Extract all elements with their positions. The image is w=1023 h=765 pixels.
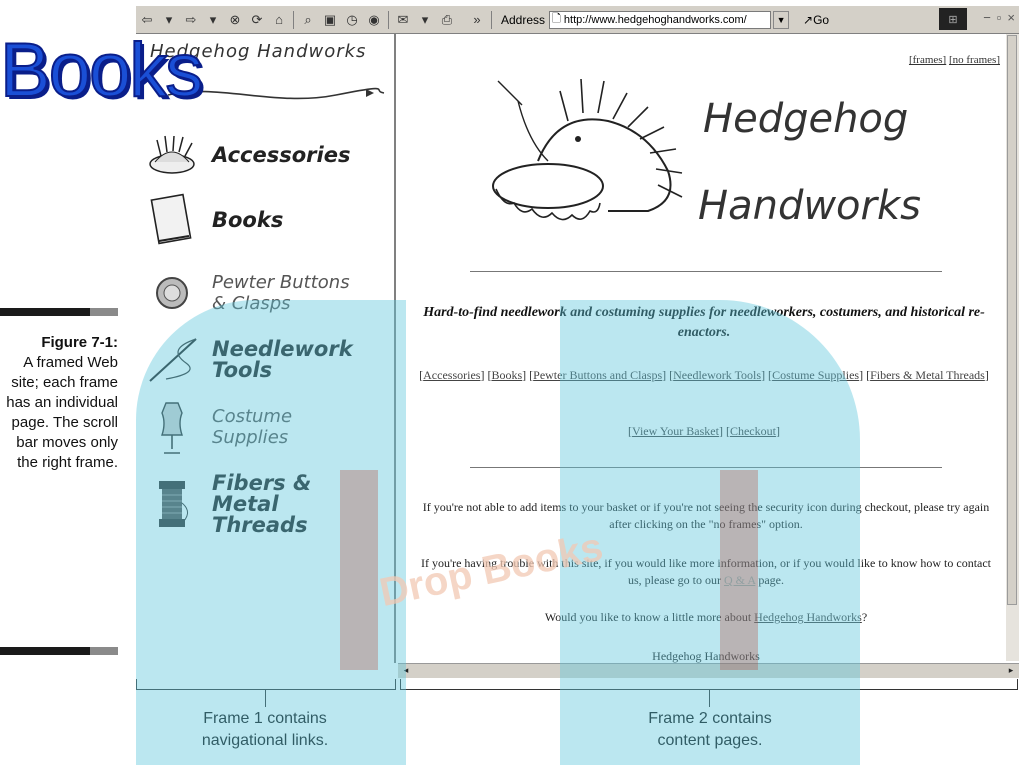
frame1-annotation-line2: navigational links. <box>201 732 329 749</box>
nav-label-fibers: Fibers & Metal Threads <box>212 471 312 537</box>
pincushion-icon <box>146 133 198 177</box>
search-icon[interactable]: ⌕ <box>299 11 317 29</box>
no-frames-link[interactable]: [no frames] <box>949 54 1000 66</box>
go-label: Go <box>813 12 830 27</box>
nav-item-pewter-buttons[interactable]: Pewter Buttons & Clasps <box>146 271 362 315</box>
link-books[interactable]: Books <box>491 368 522 382</box>
divider-top <box>470 271 942 272</box>
divider-bottom <box>470 467 942 468</box>
minimize-icon[interactable]: − <box>983 10 991 25</box>
frame2-annotation-line2: content pages. <box>657 732 763 749</box>
stop-icon[interactable]: ⊗ <box>226 11 244 29</box>
frames-link[interactable]: [frames] <box>909 54 946 66</box>
go-arrow-icon: ↗ <box>803 12 814 27</box>
logo-word-handworks: Handworks <box>698 183 921 229</box>
address-input[interactable]: 🗋 http://www.hedgehoghandworks.com/ <box>549 10 772 29</box>
logo-word-hedgehog: Hedgehog <box>703 96 909 142</box>
address-url: http://www.hedgehoghandworks.com/ <box>563 13 747 26</box>
link-about[interactable]: Hedgehog Handworks <box>754 610 862 624</box>
scroll-right-icon[interactable]: ▸ <box>1005 665 1017 676</box>
frame1-bracket <box>136 679 396 690</box>
frame2-annotation: Frame 2 contains content pages. <box>595 708 825 752</box>
caption-bar-top-accent <box>90 308 118 316</box>
frame2-annotation-line1: Frame 2 contains <box>648 710 772 727</box>
scroll-left-icon[interactable]: ◂ <box>400 665 412 676</box>
figure-number: Figure 7-1: <box>41 334 118 351</box>
link-accessories[interactable]: Accessories <box>423 368 480 382</box>
book-icon <box>146 193 198 245</box>
media-icon[interactable]: ◉ <box>365 11 383 29</box>
close-icon[interactable]: × <box>1007 10 1015 25</box>
link-fibers[interactable]: Fibers & Metal Threads <box>870 368 985 382</box>
security-note: If you're not able to add items to your … <box>422 500 990 531</box>
nav-item-books[interactable]: Books <box>146 193 284 245</box>
chevron-down-icon[interactable]: ▾ <box>416 11 434 29</box>
nav-item-fibers[interactable]: Fibers & Metal Threads <box>146 473 372 536</box>
browser-toolbar: ⇦ ▾ ⇨ ▾ ⊗ ⟳ ⌂ ⌕ ▣ ◷ ◉ ✉ ▾ ⎙ » Address 🗋 … <box>136 6 1019 34</box>
toolbar-divider <box>491 10 492 29</box>
site-tagline: Hard-to-find needlework and costuming su… <box>423 305 985 340</box>
nav-label-costume-supplies: Costume Supplies <box>212 406 293 448</box>
favorites-icon[interactable]: ▣ <box>321 11 339 29</box>
toolbar-divider <box>388 10 389 29</box>
browser-logo-icon: ⊞ <box>939 8 967 30</box>
nav-label-pewter-buttons: Pewter Buttons & Clasps <box>212 272 350 314</box>
horizontal-scrollbar[interactable]: ◂ ▸ <box>398 663 1019 678</box>
link-checkout[interactable]: Checkout <box>730 424 776 438</box>
nav-label-accessories: Accessories <box>212 142 351 167</box>
nav-label-needlework-tools: Needlework Tools <box>212 337 353 382</box>
nav-label-books: Books <box>212 207 284 232</box>
frame1-annotation: Frame 1 contains navigational links. <box>150 708 380 752</box>
mail-icon[interactable]: ✉ <box>394 11 412 29</box>
basket-links: [View Your Basket] [Checkout] <box>628 424 780 438</box>
nav-item-accessories[interactable]: Accessories <box>146 133 350 177</box>
chevron-down-icon[interactable]: ▾ <box>204 11 222 29</box>
needle-icon <box>146 338 198 382</box>
link-needlework-tools[interactable]: Needlework Tools <box>673 368 761 382</box>
category-links: [Accessories] [Books] [Pewter Buttons an… <box>419 368 989 382</box>
forward-icon[interactable]: ⇨ <box>182 11 200 29</box>
frame-toggle-links: [frames] [no frames] <box>909 54 1000 66</box>
maximize-icon[interactable]: ▫ <box>997 10 1002 25</box>
address-dropdown-icon[interactable]: ▼ <box>773 10 790 29</box>
figure-caption-text: A framed Web site; each frame has an ind… <box>6 354 118 471</box>
about-note-end: ? <box>861 610 868 624</box>
frame2-bracket-tick <box>709 689 710 707</box>
print-icon[interactable]: ⎙ <box>438 11 456 29</box>
page-icon: 🗋 <box>552 13 561 25</box>
frame1-annotation-line1: Frame 1 contains <box>203 710 327 727</box>
button-icon <box>146 271 198 315</box>
dress-form-icon <box>146 402 198 454</box>
toolbar-divider <box>293 10 294 29</box>
go-button[interactable]: ↗Go <box>803 13 829 27</box>
address-label: Address <box>501 12 546 27</box>
frame-navigation: Hedgehog Handworks Accessories Books Pew… <box>136 33 396 663</box>
chevron-down-icon[interactable]: ▾ <box>160 11 178 29</box>
figure-caption: Figure 7-1: A framed Web site; each fram… <box>0 333 118 473</box>
caption-bar-bottom-accent <box>90 647 118 655</box>
vertical-scrollbar[interactable] <box>1006 33 1019 661</box>
watermark-books-text: Books <box>0 28 204 113</box>
back-icon[interactable]: ⇦ <box>138 11 156 29</box>
link-costume-supplies[interactable]: Costume Supplies <box>772 368 859 382</box>
caption-bar-bottom <box>0 647 90 655</box>
more-chevron-icon[interactable]: » <box>468 11 486 29</box>
hedgehog-logo-icon <box>492 78 683 221</box>
scrollbar-thumb[interactable] <box>1007 35 1017 605</box>
nav-item-costume-supplies[interactable]: Costume Supplies <box>146 402 342 454</box>
thread-spool-icon <box>146 480 198 527</box>
nav-item-needlework-tools[interactable]: Needlework Tools <box>146 337 353 382</box>
history-icon[interactable]: ◷ <box>343 11 361 29</box>
link-qa[interactable]: Q & A <box>724 573 755 587</box>
help-note-end: page. <box>755 573 784 587</box>
home-icon[interactable]: ⌂ <box>270 11 288 29</box>
link-pewter-buttons[interactable]: Pewter Buttons and Clasps <box>533 368 662 382</box>
about-note: Would you like to know a little more abo… <box>416 609 996 626</box>
link-view-basket[interactable]: View Your Basket <box>632 424 719 438</box>
frame1-bracket-tick <box>265 689 266 707</box>
about-note-text: Would you like to know a little more abo… <box>544 610 755 624</box>
window-controls: − ▫ × <box>983 10 1015 25</box>
refresh-icon[interactable]: ⟳ <box>248 11 266 29</box>
caption-bar-top <box>0 308 90 316</box>
